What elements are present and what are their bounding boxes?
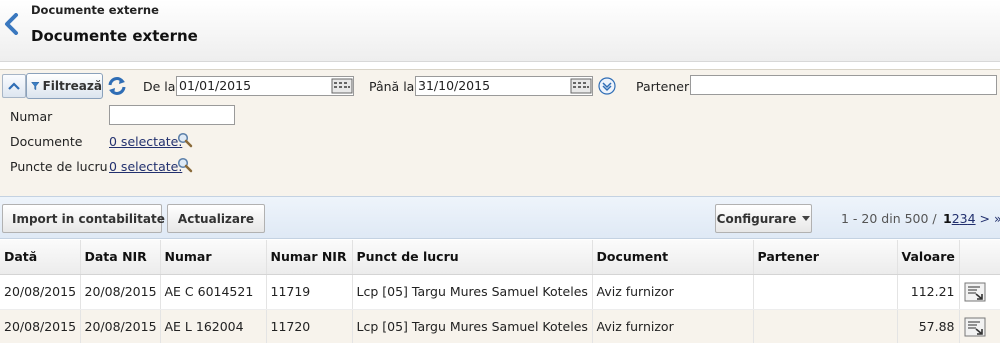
filter-button-label: Filtrează — [42, 79, 102, 93]
page-link[interactable]: 3 — [960, 211, 968, 226]
open-document-icon[interactable] — [964, 282, 986, 302]
column-header-document[interactable]: Document — [592, 240, 754, 275]
page-header: Documente externe Documente externe — [0, 0, 1000, 62]
cell-nir-date: 20/08/2015 — [80, 274, 161, 310]
action-toolbar: Import in contabilitate Actualizare Conf… — [0, 196, 1000, 239]
filter-button[interactable]: Filtrează — [26, 73, 103, 99]
cell-workpoint: Lcp [05] Targu Mures Samuel Koteles — [352, 274, 593, 310]
caret-down-icon — [802, 215, 811, 221]
column-header-nir-number[interactable]: Numar NIR — [266, 240, 353, 275]
cell-workpoint: Lcp [05] Targu Mures Samuel Koteles — [352, 309, 593, 343]
column-header-workpoint[interactable]: Punct de lucru — [352, 240, 593, 275]
cell-value: 112.21 — [897, 274, 960, 310]
cell-value: 57.88 — [897, 309, 960, 343]
filter-panel: Filtrează De la 01/01/2015 Până la 31/10… — [0, 69, 1000, 196]
cell-actions — [959, 309, 1000, 343]
cell-document: Aviz furnizor — [592, 274, 754, 310]
page-link-current[interactable]: 1 — [943, 211, 952, 226]
expand-more-icon[interactable] — [598, 77, 616, 95]
column-header-partner[interactable]: Partener — [753, 240, 898, 275]
import-accounting-button[interactable]: Import in contabilitate — [2, 204, 165, 233]
cell-date: 20/08/2015 — [0, 274, 81, 310]
column-header-nir-date[interactable]: Data NIR — [80, 240, 161, 275]
import-button-label: Import in contabilitate — [12, 211, 165, 226]
cell-nir-number: 11719 — [266, 274, 353, 310]
back-arrow-icon[interactable] — [2, 13, 22, 35]
workpoints-select-link[interactable]: 0 selectate. — [109, 159, 182, 174]
collapse-filter-button[interactable] — [2, 74, 26, 98]
page-link[interactable]: 4 — [968, 211, 976, 226]
page-title: Documente externe — [31, 27, 198, 45]
date-from-label: De la — [143, 79, 176, 94]
configure-button-label: Configurare — [716, 211, 797, 226]
date-to-input[interactable]: 31/10/2015 — [415, 76, 593, 96]
number-input[interactable] — [109, 105, 235, 125]
calendar-icon[interactable] — [570, 78, 592, 94]
cell-nir-number: 11720 — [266, 309, 353, 343]
pager: 1234 > » — [943, 211, 1000, 226]
configure-dropdown[interactable]: Configurare — [715, 204, 812, 233]
update-button[interactable]: Actualizare — [167, 204, 265, 233]
search-icon[interactable] — [177, 157, 193, 173]
table-header-row: Dată Data NIR Numar Numar NIR Punct de l… — [0, 240, 1000, 275]
documents-select-link[interactable]: 0 selectate. — [109, 134, 182, 149]
documents-label: Documente — [10, 134, 83, 149]
number-label: Numar — [10, 109, 53, 124]
workpoints-label: Puncte de lucru — [10, 159, 108, 174]
cell-nir-date: 20/08/2015 — [80, 309, 161, 343]
date-from-input[interactable]: 01/01/2015 — [176, 76, 354, 96]
partner-input[interactable] — [690, 75, 997, 95]
column-header-actions — [959, 240, 1000, 275]
funnel-icon — [31, 82, 40, 91]
documents-table: Dată Data NIR Numar Numar NIR Punct de l… — [0, 240, 1000, 343]
page-link[interactable]: 2 — [952, 211, 960, 226]
cell-partner — [753, 274, 898, 310]
search-icon[interactable] — [177, 132, 193, 148]
column-header-date[interactable]: Dată — [0, 240, 81, 275]
cell-number: AE L 162004 — [160, 309, 267, 343]
date-from-value: 01/01/2015 — [179, 78, 252, 93]
column-header-number[interactable]: Numar — [160, 240, 267, 275]
table-row[interactable]: 20/08/2015 20/08/2015 AE C 6014521 11719… — [0, 274, 1000, 310]
breadcrumb[interactable]: Documente externe — [31, 3, 159, 17]
chevron-up-icon — [8, 82, 20, 90]
partner-label: Partener — [636, 79, 690, 94]
date-to-value: 31/10/2015 — [418, 78, 491, 93]
update-button-label: Actualizare — [177, 211, 255, 226]
cell-actions — [959, 274, 1000, 310]
table-row[interactable]: 20/08/2015 20/08/2015 AE L 162004 11720 … — [0, 309, 1000, 343]
cell-partner — [753, 309, 898, 343]
next-page-link[interactable]: > — [980, 211, 990, 226]
cell-number: AE C 6014521 — [160, 274, 267, 310]
last-page-link[interactable]: » — [994, 211, 1000, 226]
column-header-value[interactable]: Valoare — [897, 240, 960, 275]
pager-range: 1 - 20 din 500 / — [841, 211, 937, 226]
date-to-label: Până la — [369, 79, 415, 94]
cell-document: Aviz furnizor — [592, 309, 754, 343]
calendar-icon[interactable] — [331, 78, 353, 94]
open-document-icon[interactable] — [964, 317, 986, 337]
refresh-icon[interactable] — [106, 75, 128, 97]
cell-date: 20/08/2015 — [0, 309, 81, 343]
